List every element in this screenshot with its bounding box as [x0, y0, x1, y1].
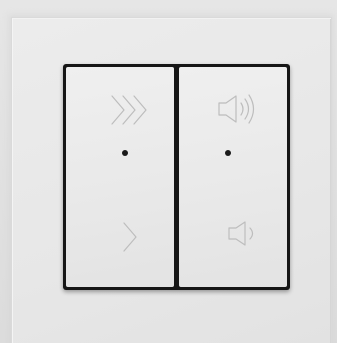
led-indicator-left	[122, 150, 128, 156]
wall-switch	[63, 64, 290, 290]
wall-background	[0, 0, 337, 343]
fast-forward-icon[interactable]	[111, 95, 147, 125]
led-indicator-right	[225, 150, 231, 156]
rocker-left-symbols	[111, 95, 147, 252]
rocker-right-symbols	[218, 94, 255, 246]
volume-down-icon[interactable]	[228, 221, 254, 246]
rocker-left[interactable]	[66, 67, 174, 287]
rocker-right[interactable]	[179, 67, 287, 287]
chevron-right-icon[interactable]	[123, 222, 137, 252]
volume-up-icon[interactable]	[218, 94, 255, 124]
